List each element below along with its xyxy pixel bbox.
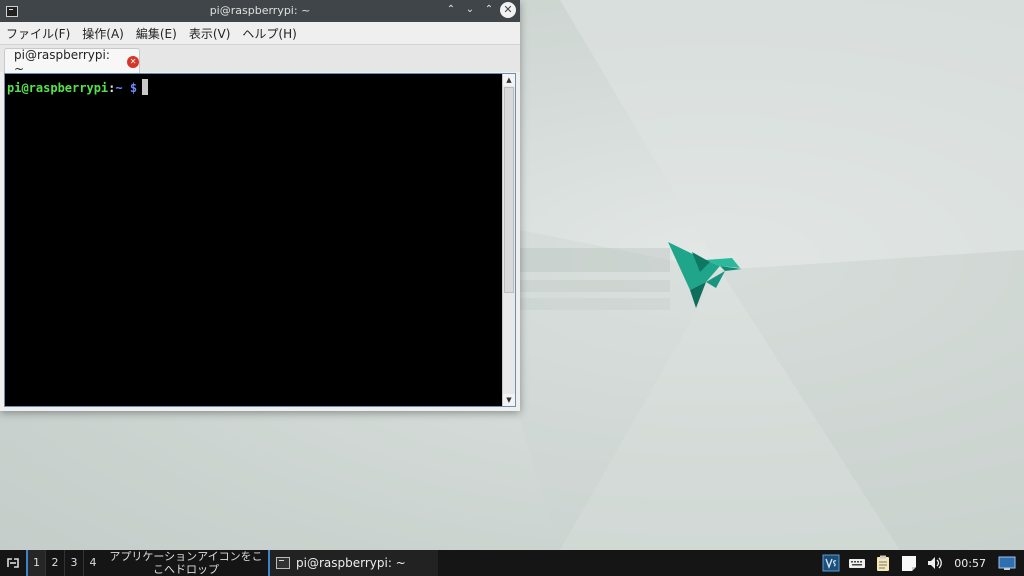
minimize-button[interactable]: ⌄ — [462, 2, 478, 18]
terminal-task-icon — [276, 557, 290, 569]
terminal-scrollbar[interactable]: ▲ ▼ — [502, 74, 515, 406]
menu-view[interactable]: 表示(V) — [189, 25, 231, 42]
prompt-symbol: $ — [129, 81, 138, 95]
clock[interactable]: 00:57 — [954, 557, 986, 570]
desktop-4-button[interactable]: 4 — [83, 550, 102, 576]
menu-action[interactable]: 操作(A) — [82, 25, 124, 42]
desktop-2-button[interactable]: 2 — [45, 550, 64, 576]
scroll-thumb[interactable] — [504, 87, 514, 293]
launcher-drop-zone[interactable]: アプリケーションアイコンをここへドロップ — [106, 550, 266, 576]
menu-file[interactable]: ファイル(F) — [6, 25, 70, 42]
network-icon[interactable] — [998, 554, 1016, 572]
shell-prompt: pi@raspberrypi:~ $ — [7, 79, 149, 95]
taskbar-task-terminal[interactable]: pi@raspberrypi: ~ — [268, 550, 438, 576]
shade-button[interactable]: ⌃ — [443, 2, 459, 18]
volume-icon[interactable] — [926, 554, 944, 572]
text-cursor — [142, 79, 149, 95]
tab-bar: pi@raspberrypi: ~ ✕ — [0, 44, 520, 76]
window-title: pi@raspberrypi: ~ — [209, 4, 311, 17]
start-menu-button[interactable] — [0, 550, 26, 576]
scroll-up-button[interactable]: ▲ — [503, 74, 515, 86]
desktop-3-button[interactable]: 3 — [64, 550, 83, 576]
prompt-path: ~ — [115, 81, 123, 95]
terminal-output[interactable]: pi@raspberrypi:~ $ — [5, 74, 502, 406]
system-tray: 00:57 — [822, 550, 1024, 576]
menubar: ファイル(F) 操作(A) 編集(E) 表示(V) ヘルプ(H) — [0, 22, 520, 44]
menu-icon — [7, 558, 19, 568]
desktop-1-button[interactable]: 1 — [26, 550, 45, 576]
window-titlebar[interactable]: pi@raspberrypi: ~ ⌃ ⌄ ⌃ ✕ — [0, 0, 520, 22]
prompt-user: pi@raspberrypi — [7, 81, 109, 95]
tab-label: pi@raspberrypi: ~ — [14, 47, 110, 76]
task-label: pi@raspberrypi: ~ — [296, 556, 406, 570]
taskbar: 1 2 3 4 アプリケーションアイコンをここへドロップ pi@raspberr… — [0, 550, 1024, 576]
maximize-button[interactable]: ⌃ — [481, 2, 497, 18]
tab-close-icon[interactable]: ✕ — [127, 55, 139, 68]
scroll-down-button[interactable]: ▼ — [503, 394, 515, 406]
clipboard-icon[interactable] — [874, 554, 892, 572]
close-button[interactable]: ✕ — [500, 2, 516, 18]
notes-icon[interactable] — [900, 554, 918, 572]
vnc-icon[interactable] — [822, 554, 840, 572]
terminal-frame: pi@raspberrypi:~ $ ▲ ▼ — [4, 73, 516, 407]
tab-terminal[interactable]: pi@raspberrypi: ~ ✕ — [4, 47, 140, 76]
menu-edit[interactable]: 編集(E) — [136, 25, 177, 42]
keyboard-icon[interactable] — [848, 554, 866, 572]
hummingbird-logo — [668, 242, 742, 308]
terminal-window[interactable]: pi@raspberrypi: ~ ⌃ ⌄ ⌃ ✕ ファイル(F) 操作(A) … — [0, 0, 520, 411]
menu-help[interactable]: ヘルプ(H) — [242, 25, 296, 42]
